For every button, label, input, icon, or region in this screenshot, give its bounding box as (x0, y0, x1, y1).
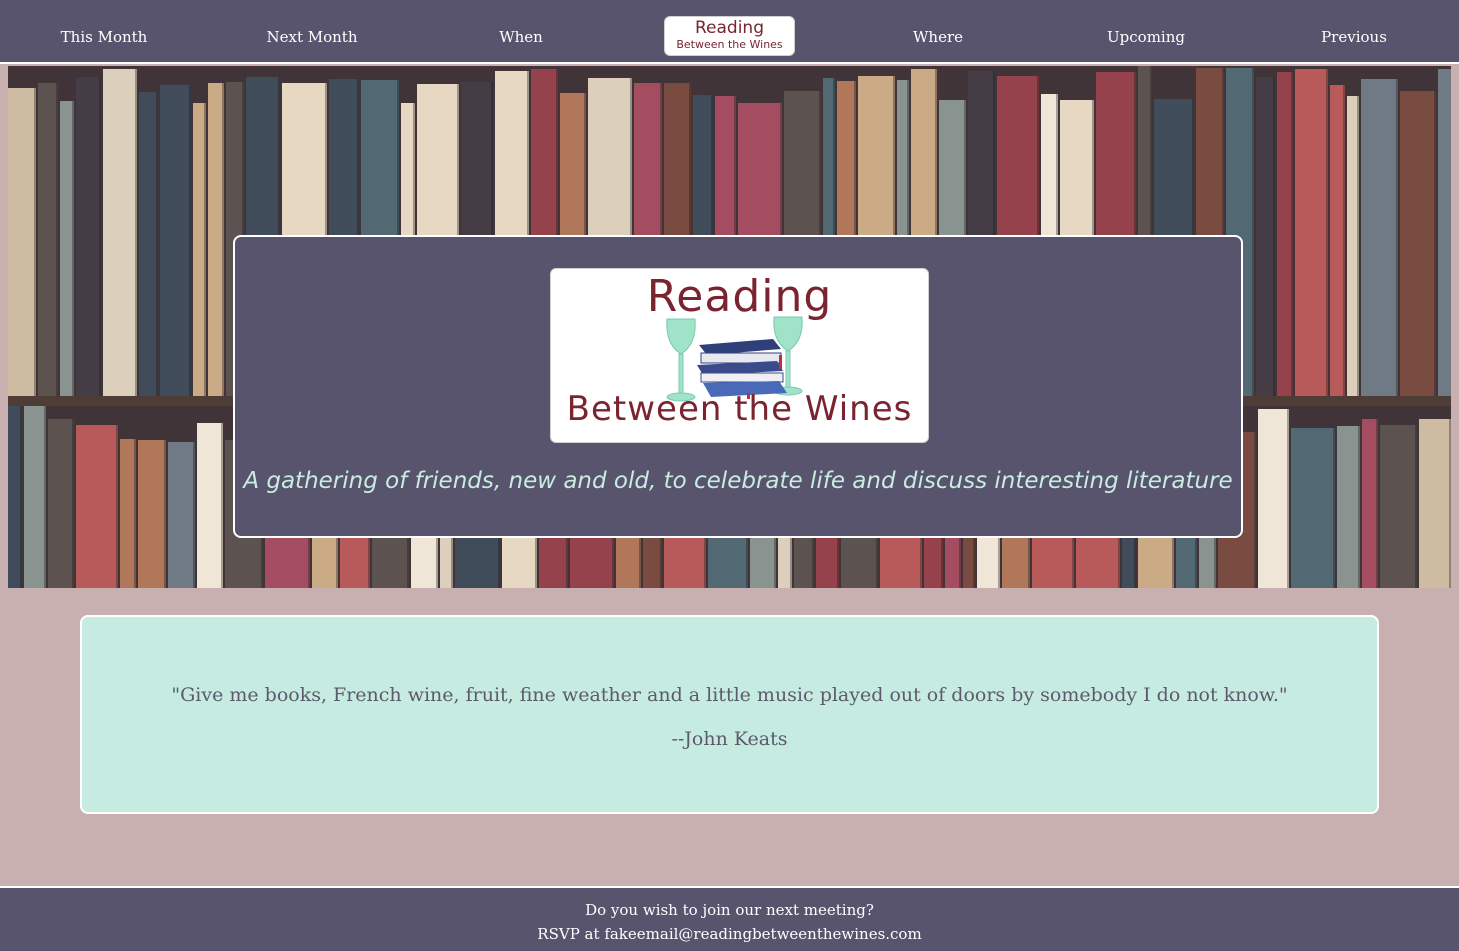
nav-upcoming[interactable]: Upcoming (1107, 28, 1185, 46)
nav-logo-line1: Reading (694, 18, 764, 38)
nav-when[interactable]: When (499, 28, 543, 46)
nav-logo[interactable]: Reading Between the Wines (664, 16, 795, 56)
quote-text: "Give me books, French wine, fruit, fine… (171, 684, 1288, 706)
nav-logo-line2: Between the Wines (676, 38, 783, 51)
top-nav: This Month Next Month When Reading Betwe… (0, 0, 1459, 64)
hero-logo-line2: Between the Wines (566, 389, 913, 429)
nav-this-month[interactable]: This Month (61, 28, 148, 46)
nav-where[interactable]: Where (913, 28, 963, 46)
footer: Do you wish to join our next meeting? RS… (0, 886, 1459, 951)
hero-logo: Reading Between the Wines (550, 268, 929, 443)
footer-rsvp-prefix: RSVP at (537, 925, 600, 943)
hero-card: Reading Between the Wines A gathering of… (233, 235, 1243, 538)
hero-tagline: A gathering of friends, new and old, to … (243, 468, 1233, 494)
footer-invite: Do you wish to join our next meeting? (585, 901, 874, 919)
quote-box: "Give me books, French wine, fruit, fine… (80, 615, 1379, 814)
quote-author: --John Keats (671, 728, 788, 750)
hero-banner: Reading Between the Wines A gathering of… (8, 66, 1451, 588)
nav-next-month[interactable]: Next Month (267, 28, 358, 46)
footer-email-link[interactable]: fakeemail@readingbetweenthewines.com (604, 925, 921, 943)
nav-previous[interactable]: Previous (1321, 28, 1387, 46)
footer-rsvp: RSVP at fakeemail@readingbetweenthewines… (0, 925, 1459, 943)
